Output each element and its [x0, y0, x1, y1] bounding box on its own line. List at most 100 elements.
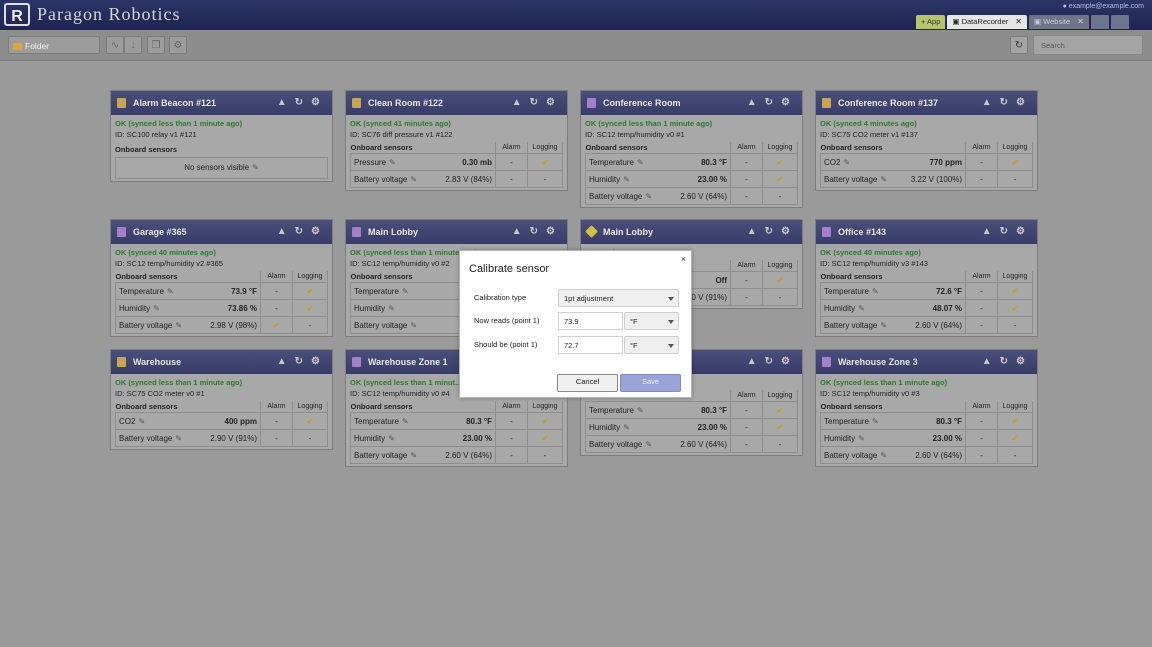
pencil-icon[interactable]: ✎: [645, 440, 652, 449]
sensor-row[interactable]: Humidity ✎ 73.86 % - ✔: [114, 299, 328, 317]
sensor-value[interactable]: 80.3 °F: [432, 412, 496, 430]
now-reads-unit-select[interactable]: °F: [624, 312, 679, 330]
cancel-button[interactable]: Cancel: [557, 374, 618, 392]
sensor-row[interactable]: Battery voltage ✎ 2.60 V (64%) - -: [349, 446, 563, 464]
alarm-cell[interactable]: -: [730, 187, 763, 205]
logging-cell[interactable]: -: [527, 446, 563, 464]
card-title[interactable]: Office #143: [838, 227, 886, 237]
should-be-unit-select[interactable]: °F: [624, 336, 679, 354]
alarm-cell[interactable]: -: [730, 288, 763, 306]
gear-icon[interactable]: ⚙: [1016, 356, 1033, 367]
pencil-icon[interactable]: ✎: [872, 417, 879, 426]
sensor-value[interactable]: 23.00 %: [667, 418, 731, 436]
pencil-icon[interactable]: ✎: [252, 163, 259, 172]
logging-cell[interactable]: ✔: [762, 418, 798, 436]
alarm-cell[interactable]: -: [965, 170, 998, 188]
sensor-row[interactable]: Temperature ✎ 80.3 °F - ✔: [584, 401, 798, 419]
sensor-value[interactable]: 72.6 °F: [902, 282, 966, 300]
card-title[interactable]: Main Lobby: [603, 227, 653, 237]
alarm-cell[interactable]: -: [730, 271, 763, 289]
logging-cell[interactable]: -: [762, 288, 798, 306]
gear-icon[interactable]: ⚙: [311, 97, 328, 108]
alarm-cell[interactable]: -: [495, 429, 528, 447]
tab-website[interactable]: ▣ Website ✕: [1028, 15, 1089, 29]
should-be-input[interactable]: 72.7: [558, 336, 623, 354]
card-title[interactable]: Garage #365: [133, 227, 187, 237]
refresh-icon[interactable]: ↻: [765, 356, 781, 367]
sensor-row[interactable]: Battery voltage ✎ 2.60 V (64%) - -: [819, 446, 1033, 464]
chart-icon[interactable]: ∿: [106, 36, 124, 54]
gear-icon[interactable]: ⚙: [546, 226, 563, 237]
logging-cell[interactable]: ✔: [527, 153, 563, 171]
info-icon[interactable]: ●: [1090, 15, 1109, 29]
sensor-row[interactable]: Pressure ✎ 0.30 mb - ✔: [349, 153, 563, 171]
gear-icon[interactable]: ⚙: [781, 356, 798, 367]
refresh-icon[interactable]: ↻: [530, 97, 546, 108]
sensor-row[interactable]: Battery voltage ✎ 2.83 V (84%) - -: [349, 170, 563, 188]
pencil-icon[interactable]: ✎: [623, 175, 630, 184]
sensor-value[interactable]: 2.83 V (84%): [432, 170, 496, 188]
refresh-icon[interactable]: ↻: [295, 97, 311, 108]
gear-icon[interactable]: ⚙: [1016, 97, 1033, 108]
card-title[interactable]: Clean Room #122: [368, 98, 443, 108]
logging-cell[interactable]: ✔: [292, 299, 328, 317]
sync-icon[interactable]: ↻: [1110, 15, 1129, 29]
alarm-cell[interactable]: -: [260, 299, 293, 317]
logging-cell[interactable]: -: [292, 316, 328, 334]
sensor-value[interactable]: 2.60 V (64%): [667, 187, 731, 205]
logging-cell[interactable]: -: [527, 170, 563, 188]
alarm-cell[interactable]: -: [965, 429, 998, 447]
sensor-value[interactable]: 2.90 V (91%): [197, 429, 261, 447]
alarm-cell[interactable]: -: [260, 412, 293, 430]
card-title[interactable]: Conference Room #137: [838, 98, 938, 108]
sensor-value[interactable]: 2.98 V (98%): [197, 316, 261, 334]
sensor-value[interactable]: 80.3 °F: [667, 401, 731, 419]
calibration-type-select[interactable]: 1pt adjustment: [558, 289, 679, 307]
sensor-value[interactable]: 80.3 °F: [667, 153, 731, 171]
sensor-row[interactable]: Humidity ✎ 23.00 % - ✔: [584, 170, 798, 188]
logging-cell[interactable]: ✔: [527, 429, 563, 447]
refresh-icon[interactable]: ↻: [1000, 226, 1016, 237]
save-button[interactable]: Save: [620, 374, 681, 392]
sensor-row[interactable]: Temperature ✎ 80.3 °F - ✔: [819, 412, 1033, 430]
alarm-cell[interactable]: -: [730, 401, 763, 419]
sensor-row[interactable]: Battery voltage ✎ 2.60 V (64%) - -: [584, 187, 798, 205]
card-title[interactable]: Warehouse Zone 3: [838, 357, 918, 367]
logging-cell[interactable]: ✔: [292, 282, 328, 300]
pencil-icon[interactable]: ✎: [645, 192, 652, 201]
sensor-value[interactable]: 48.07 %: [902, 299, 966, 317]
pencil-icon[interactable]: ✎: [175, 321, 182, 330]
refresh-icon[interactable]: ↻: [295, 356, 311, 367]
alarm-cell[interactable]: ✔: [260, 316, 293, 334]
alarm-cell[interactable]: -: [260, 429, 293, 447]
logging-cell[interactable]: ✔: [997, 412, 1033, 430]
sensor-row[interactable]: Temperature ✎ 80.3 °F - ✔: [584, 153, 798, 171]
tab-datarecorder[interactable]: ▣ DataRecorder ✕: [947, 15, 1027, 29]
pencil-icon[interactable]: ✎: [637, 158, 644, 167]
pencil-icon[interactable]: ✎: [153, 304, 160, 313]
pencil-icon[interactable]: ✎: [880, 321, 887, 330]
logging-cell[interactable]: -: [997, 446, 1033, 464]
card-title[interactable]: Warehouse: [133, 357, 181, 367]
pencil-icon[interactable]: ✎: [880, 451, 887, 460]
logging-cell[interactable]: ✔: [997, 429, 1033, 447]
sensor-row[interactable]: CO2 ✎ 770 ppm - ✔: [819, 153, 1033, 171]
gear-icon[interactable]: ⚙: [546, 97, 563, 108]
gear-icon[interactable]: ⚙: [1016, 226, 1033, 237]
alarm-cell[interactable]: -: [730, 170, 763, 188]
sensor-value[interactable]: 23.00 %: [902, 429, 966, 447]
sensor-value[interactable]: 73.86 %: [197, 299, 261, 317]
folder-select[interactable]: Folder: [8, 36, 100, 54]
card-title[interactable]: Conference Room: [603, 98, 681, 108]
sensor-row[interactable]: Battery voltage ✎ 3.22 V (100%) - -: [819, 170, 1033, 188]
logging-cell[interactable]: -: [762, 435, 798, 453]
sensor-value[interactable]: 23.00 %: [667, 170, 731, 188]
pencil-icon[interactable]: ✎: [410, 451, 417, 460]
alarm-cell[interactable]: -: [965, 299, 998, 317]
pencil-icon[interactable]: ✎: [410, 175, 417, 184]
card-title[interactable]: Main Lobby: [368, 227, 418, 237]
logging-cell[interactable]: ✔: [762, 153, 798, 171]
sensor-row[interactable]: Battery voltage ✎ 2.98 V (98%) ✔ -: [114, 316, 328, 334]
gear-icon[interactable]: ⚙: [169, 36, 187, 54]
alarm-cell[interactable]: -: [495, 412, 528, 430]
